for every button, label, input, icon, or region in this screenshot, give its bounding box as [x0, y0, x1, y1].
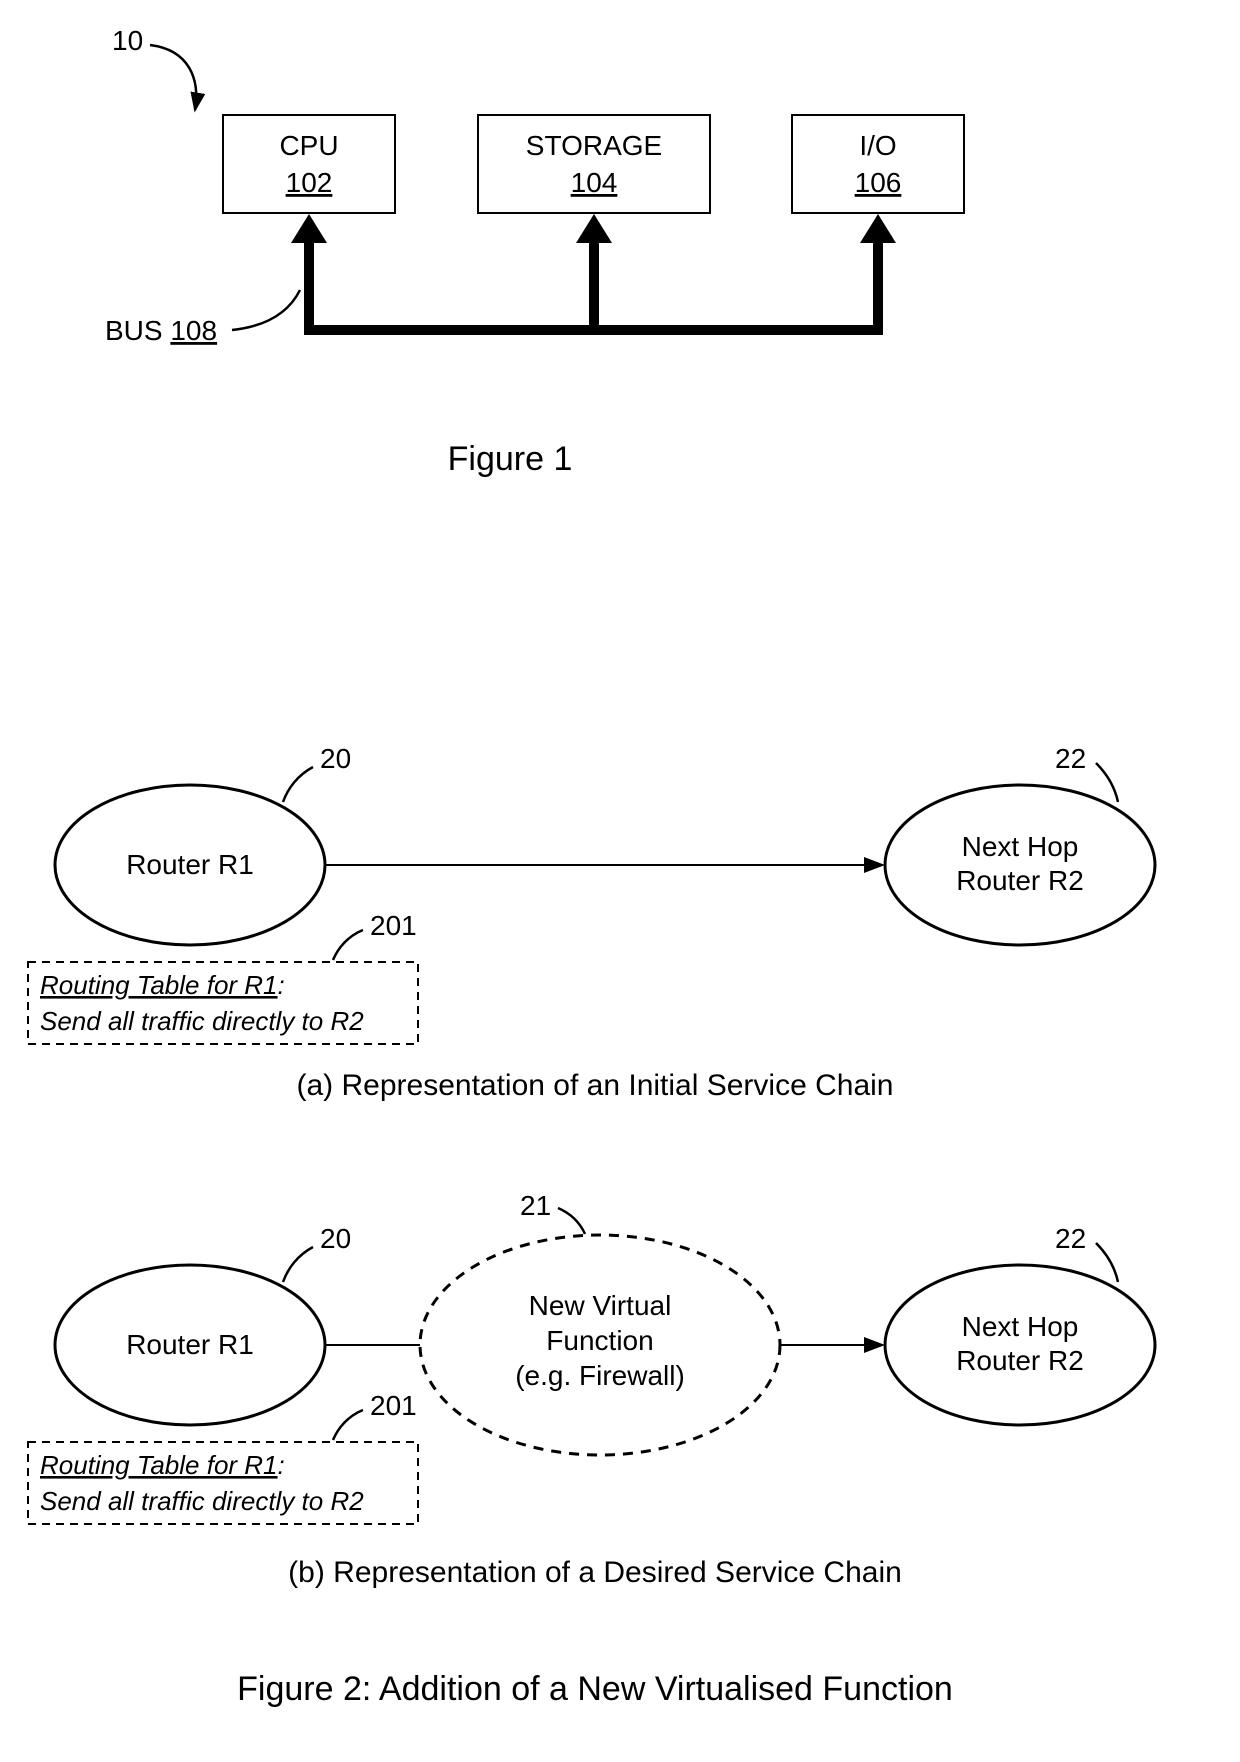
fig2a-r1-ref: 20 — [320, 743, 351, 774]
fig2b-r1-ref: 20 — [320, 1223, 351, 1254]
fig2a-r1-label: Router R1 — [126, 849, 254, 880]
storage-num: 104 — [571, 167, 618, 198]
fig2b-arrowhead — [864, 1337, 885, 1353]
bus-arrow-storage — [576, 214, 612, 243]
fig2a-arrowhead — [864, 857, 885, 873]
fig2a-r2-line1: Next Hop — [962, 831, 1079, 862]
bus-arrow-io — [860, 214, 896, 243]
fig2a-r1-ref-leader — [283, 767, 313, 802]
fig2a-table-ref: 201 — [370, 910, 417, 941]
figure-2a: Router R1 20 Next Hop Router R2 22 Routi… — [28, 743, 1155, 1102]
figure-2b: Router R1 20 New Virtual Function (e.g. … — [28, 1190, 1155, 1589]
fig2a-table-body: Send all traffic directly to R2 — [40, 1006, 364, 1036]
fig2a-table-ref-leader — [333, 930, 363, 960]
io-num: 106 — [855, 167, 902, 198]
bus-label-text: BUS 108 — [105, 315, 217, 346]
fig2b-vf-line3: (e.g. Firewall) — [515, 1360, 685, 1391]
fig2b-r2-line2: Router R2 — [956, 1345, 1084, 1376]
fig2-caption: Figure 2: Addition of a New Virtualised … — [237, 1670, 953, 1708]
storage-label: STORAGE — [526, 130, 662, 161]
fig2b-r2-ref: 22 — [1055, 1223, 1086, 1254]
fig2b-table-ref-leader — [333, 1410, 363, 1440]
fig2b-vf-line2: Function — [546, 1325, 653, 1356]
fig2a-r2-ref: 22 — [1055, 743, 1086, 774]
fig2b-table-title-line: Routing Table for R1: — [40, 1450, 285, 1480]
fig2b-vf-ref-leader — [558, 1208, 585, 1234]
fig1-ref-arrow — [150, 45, 196, 110]
fig2b-vf-line1: New Virtual — [529, 1290, 672, 1321]
io-label: I/O — [859, 130, 896, 161]
fig2b-r2-line1: Next Hop — [962, 1311, 1079, 1342]
fig2a-table-title-line: Routing Table for R1: — [40, 970, 285, 1000]
cpu-num: 102 — [286, 167, 333, 198]
fig2b-vf-ref: 21 — [520, 1190, 551, 1221]
figure-1: 10 CPU 102 STORAGE 104 I/O 106 BUS 108 F… — [105, 25, 964, 478]
fig2b-r2-ref-leader — [1096, 1243, 1118, 1282]
fig2b-r1-label: Router R1 — [126, 1329, 254, 1360]
fig1-caption: Figure 1 — [448, 440, 573, 478]
fig2b-table-ref: 201 — [370, 1390, 417, 1421]
fig2a-caption: (a) Representation of an Initial Service… — [297, 1069, 894, 1102]
cpu-label: CPU — [279, 130, 338, 161]
fig2a-r2-ref-leader — [1096, 763, 1118, 802]
fig1-ref-10: 10 — [112, 25, 143, 56]
fig2b-r1-ref-leader — [283, 1247, 313, 1282]
bus-arrow-cpu — [291, 214, 327, 243]
fig2a-r2-line2: Router R2 — [956, 865, 1084, 896]
fig2b-table-body: Send all traffic directly to R2 — [40, 1486, 364, 1516]
fig2b-caption: (b) Representation of a Desired Service … — [288, 1556, 902, 1589]
bus-label-leader — [232, 290, 300, 330]
diagram-canvas: 10 CPU 102 STORAGE 104 I/O 106 BUS 108 F… — [0, 0, 1240, 1762]
